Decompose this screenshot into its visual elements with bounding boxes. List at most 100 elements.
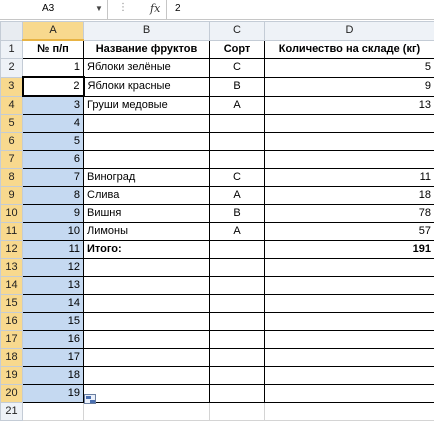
cell-b[interactable] xyxy=(84,115,210,133)
cell-c[interactable] xyxy=(210,349,265,367)
cell-a[interactable]: 15 xyxy=(23,313,84,331)
cell-b[interactable] xyxy=(84,367,210,385)
cell-d[interactable]: 5 xyxy=(265,59,434,78)
autofill-options-icon[interactable] xyxy=(84,394,96,404)
cell-b[interactable]: Итого: xyxy=(84,241,210,259)
cell-c[interactable] xyxy=(210,385,265,403)
cell-d[interactable]: 78 xyxy=(265,205,434,223)
cell-a[interactable]: 11 xyxy=(23,241,84,259)
cell-c[interactable]: C xyxy=(210,59,265,78)
cell-d[interactable]: 18 xyxy=(265,187,434,205)
cell-a[interactable]: 8 xyxy=(23,187,84,205)
cell-d[interactable] xyxy=(265,367,434,385)
cell-b[interactable] xyxy=(84,331,210,349)
cell-d[interactable] xyxy=(265,385,434,403)
cell-d[interactable]: 57 xyxy=(265,223,434,241)
cell-d[interactable] xyxy=(265,313,434,331)
cell-b[interactable] xyxy=(84,277,210,295)
cell-b[interactable]: Слива xyxy=(84,187,210,205)
cell-a[interactable]: № п/п xyxy=(23,40,84,59)
row-header[interactable]: 1 xyxy=(1,40,23,59)
cell-b[interactable] xyxy=(84,295,210,313)
cell-d[interactable]: 9 xyxy=(265,77,434,96)
column-header-b[interactable]: B xyxy=(84,22,210,41)
row-header[interactable]: 12 xyxy=(1,241,23,259)
cell-c[interactable] xyxy=(210,151,265,169)
cell-a[interactable]: 19 xyxy=(23,385,84,403)
cell-a[interactable]: 4 xyxy=(23,115,84,133)
cell-c[interactable]: A xyxy=(210,96,265,115)
cell-d[interactable] xyxy=(265,259,434,277)
cell-c[interactable] xyxy=(210,295,265,313)
name-box[interactable]: A3 ▼ xyxy=(0,0,108,19)
cell-b[interactable] xyxy=(84,385,210,403)
cell-b[interactable]: Название фруктов xyxy=(84,40,210,59)
row-header[interactable]: 9 xyxy=(1,187,23,205)
cell-c[interactable] xyxy=(210,277,265,295)
cell-d[interactable] xyxy=(265,331,434,349)
cell-c[interactable] xyxy=(210,259,265,277)
cell-b[interactable] xyxy=(84,313,210,331)
cell-d[interactable] xyxy=(265,133,434,151)
cell-b[interactable]: Лимоны xyxy=(84,223,210,241)
cell-d[interactable] xyxy=(265,295,434,313)
row-header[interactable]: 17 xyxy=(1,331,23,349)
cell-a[interactable]: 17 xyxy=(23,349,84,367)
cell-b[interactable]: Яблоки зелёные xyxy=(84,59,210,78)
select-all-corner[interactable] xyxy=(1,22,23,41)
formula-input[interactable]: 2 xyxy=(166,0,434,19)
cell-b[interactable] xyxy=(84,133,210,151)
cell-b[interactable] xyxy=(84,349,210,367)
cell-a[interactable]: 2 xyxy=(23,77,84,96)
cell-c[interactable] xyxy=(210,133,265,151)
cell-b[interactable] xyxy=(84,259,210,277)
cell-b[interactable] xyxy=(84,151,210,169)
cell-a[interactable]: 10 xyxy=(23,223,84,241)
row-header[interactable]: 3 xyxy=(1,77,23,96)
chevron-down-icon[interactable]: ▼ xyxy=(95,4,103,13)
cell-b[interactable]: Виноград xyxy=(84,169,210,187)
cell-d[interactable]: 13 xyxy=(265,96,434,115)
cell-d[interactable] xyxy=(265,115,434,133)
row-header[interactable]: 11 xyxy=(1,223,23,241)
cell-b[interactable]: Яблоки красные xyxy=(84,77,210,96)
row-header[interactable]: 13 xyxy=(1,259,23,277)
row-header[interactable]: 19 xyxy=(1,367,23,385)
row-header[interactable]: 16 xyxy=(1,313,23,331)
row-header[interactable]: 7 xyxy=(1,151,23,169)
cell-a[interactable]: 13 xyxy=(23,277,84,295)
column-header-d[interactable]: D xyxy=(265,22,434,41)
row-header[interactable]: 5 xyxy=(1,115,23,133)
cell-a[interactable]: 7 xyxy=(23,169,84,187)
cell-c[interactable]: Сорт xyxy=(210,40,265,59)
row-header[interactable]: 15 xyxy=(1,295,23,313)
cell-c[interactable]: A xyxy=(210,223,265,241)
cell-a[interactable]: 1 xyxy=(23,59,84,78)
cell-a[interactable]: 14 xyxy=(23,295,84,313)
cell-a[interactable]: 3 xyxy=(23,96,84,115)
cell-a[interactable]: 6 xyxy=(23,151,84,169)
cell-a[interactable]: 5 xyxy=(23,133,84,151)
row-header[interactable]: 10 xyxy=(1,205,23,223)
cell-a[interactable]: 16 xyxy=(23,331,84,349)
cell-c[interactable] xyxy=(210,367,265,385)
cell-c[interactable]: B xyxy=(210,205,265,223)
cell-d[interactable] xyxy=(265,277,434,295)
cell-a[interactable]: 18 xyxy=(23,367,84,385)
insert-function-icon[interactable]: fx xyxy=(150,2,160,15)
row-header[interactable]: 2 xyxy=(1,59,23,78)
row-header[interactable]: 8 xyxy=(1,169,23,187)
cell-d[interactable]: 11 xyxy=(265,169,434,187)
cell-d[interactable] xyxy=(265,349,434,367)
row-header[interactable]: 4 xyxy=(1,96,23,115)
column-header-a[interactable]: A xyxy=(23,22,84,41)
cell-c[interactable]: A xyxy=(210,187,265,205)
row-header[interactable]: 14 xyxy=(1,277,23,295)
cell-b[interactable]: Груши медовые xyxy=(84,96,210,115)
cell-a[interactable]: 9 xyxy=(23,205,84,223)
cell-d[interactable] xyxy=(265,151,434,169)
row-header[interactable]: 20 xyxy=(1,385,23,403)
column-header-c[interactable]: C xyxy=(210,22,265,41)
cell-d[interactable]: Количество на складе (кг) xyxy=(265,40,434,59)
cell-c[interactable] xyxy=(210,241,265,259)
